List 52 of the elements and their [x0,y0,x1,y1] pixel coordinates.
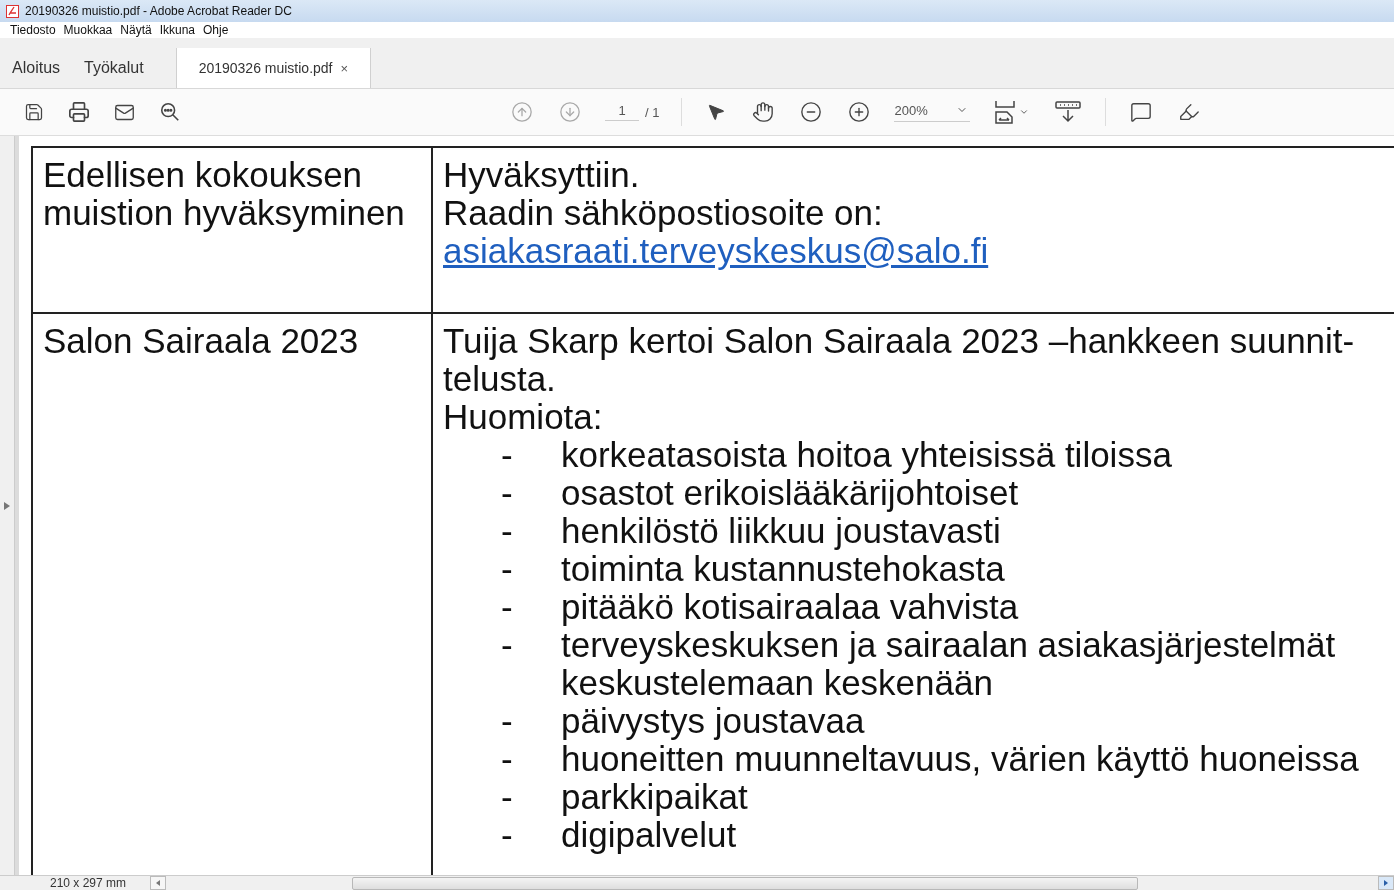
list-item: toiminta kustannustehokasta [561,550,1006,588]
list-dash: - [501,474,514,512]
paragraph: Tuija Skarp kertoi Salon Sairaala 2023 –hankkeen suunnit-telusta. [443,322,1356,398]
list-item: digipalvelut [561,816,737,854]
list-dash: - [501,778,514,816]
topic-cell-text: Salon Sairaala 2023 [43,322,360,360]
list-dash: - [501,740,514,778]
scroll-right-button[interactable] [1378,876,1394,890]
list-dash: - [501,626,514,666]
list-dash: - [501,816,514,854]
left-arrow-icon [156,880,160,886]
right-arrow-icon [1384,880,1388,886]
list-item: osastot erikoislääkärijohtoiset [561,474,1019,512]
list-item: henkilöstö liikkuu joustavasti [561,512,1001,550]
paragraph: Hyväksyttiin. [443,156,641,194]
page-count: / 1 [645,104,660,120]
fit-page-icon [994,100,1017,124]
list-item: parkkipaikat [561,778,749,816]
close-icon[interactable]: × [340,60,349,76]
scrollbar-thumb[interactable] [352,876,1138,890]
caret-icon [1019,107,1030,117]
expand-icon[interactable] [4,501,10,510]
scroll-left-button[interactable] [150,876,166,890]
tab[interactable]: Aloitus [0,48,73,88]
list-item: korkeatasoista hoitoa yhteisissä tiloissa [561,436,1173,474]
page-number-field[interactable]: 1 [605,103,639,121]
search-icon [159,101,181,123]
menu-item[interactable]: Tiedosto [10,23,56,37]
list-dash: - [501,436,514,474]
list-item: pitääkö kotisairaalaa vahvista [561,588,1020,626]
app-icon [6,4,19,18]
menu-item[interactable]: Muokkaa [63,23,113,37]
scroll-mode-icon [1055,100,1082,124]
list-dash: - [501,702,514,740]
menu-item[interactable]: Näytä [120,23,152,37]
tab[interactable]: Työkalut [72,48,156,88]
list-dash: - [501,588,514,626]
menu-item[interactable]: Ohje [203,23,229,37]
page-size: 210 x 297 mm [50,876,128,890]
window-title: 20190326 muistio.pdf - Adobe Acrobat Reader DC [25,4,292,18]
email-link[interactable]: asiakasraati.terveyskeskus@salo.fi [443,232,989,270]
menu-item[interactable]: Ikkuna [159,23,195,37]
list-item: päivystys joustavaa [561,702,866,740]
list-item: huoneitten muunneltavuus, värien käyttö huoneissa [561,740,1360,778]
list-dash: - [501,550,514,588]
list-dash: - [501,512,514,550]
topic-cell-text: Edellisen kokouksen muistion hyväksyminen [43,156,406,232]
zoom-dropdown[interactable]: 200% [894,102,971,122]
print-button[interactable] [66,99,92,125]
paragraph: Raadin sähköpostiosoite on: [443,194,884,232]
tab[interactable]: 20190326 muistio.pdf × [175,48,372,88]
paragraph: Huomiota: [443,398,604,436]
